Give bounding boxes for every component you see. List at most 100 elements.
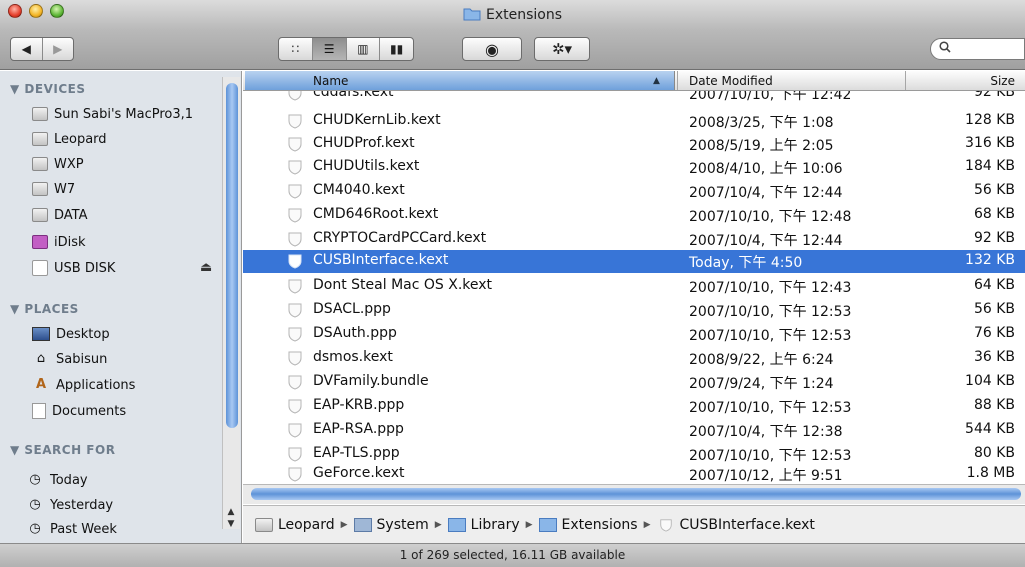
scroll-down-arrow[interactable]: ▼ [222, 518, 240, 530]
hard-disk-icon [32, 157, 48, 171]
kext-icon [659, 518, 672, 532]
path-item-label: Leopard [278, 516, 335, 533]
forward-button[interactable]: ▶ [43, 38, 74, 60]
size-column-header[interactable]: Size [990, 74, 1015, 88]
table-row[interactable]: EAP-RSA.ppp 2007/10/4, 下午 12:38 544 KB [243, 419, 1025, 442]
list-view-button[interactable]: ☰ [312, 38, 347, 60]
path-separator-icon: ▶ [434, 519, 442, 530]
table-row[interactable]: cddafs.kext 2007/10/10, 下午 12:42 92 KB [243, 91, 1025, 105]
path-item-extensions[interactable]: Extensions [538, 517, 638, 533]
devices-header[interactable]: ▼ DEVICES [10, 82, 85, 96]
icon-view-button[interactable]: ∷ [279, 38, 313, 60]
quick-look-button[interactable]: ◉ [462, 37, 522, 61]
file-name: CHUDKernLib.kext [313, 112, 441, 128]
table-row[interactable]: dsmos.kext 2008/9/22, 上午 6:24 36 KB [243, 347, 1025, 370]
table-row[interactable]: EAP-KRB.ppp 2007/10/10, 下午 12:53 88 KB [243, 395, 1025, 418]
table-row[interactable]: CMD646Root.kext 2007/10/10, 下午 12:48 68 KB [243, 204, 1025, 227]
kext-icon [288, 232, 302, 247]
file-date: 2007/10/4, 下午 12:44 [689, 233, 843, 249]
sidebar-item-past-week[interactable]: ◷ Past Week [26, 518, 117, 540]
clock-icon: ◷ [29, 521, 41, 536]
file-date: 2007/10/10, 下午 12:48 [689, 209, 852, 225]
eject-icon[interactable]: ⏏ [200, 260, 212, 275]
sidebar-item-label: DATA [54, 207, 88, 223]
table-row[interactable]: DSACL.ppp 2007/10/10, 下午 12:53 56 KB [243, 299, 1025, 322]
date-column-header[interactable]: Date Modified [689, 74, 773, 88]
mac-icon [32, 107, 48, 121]
sidebar-item-idisk[interactable]: iDisk [32, 231, 86, 253]
table-row-selected[interactable]: CUSBInterface.kext Today, 下午 4:50 132 KB [243, 250, 1025, 273]
horizontal-scrollbar[interactable] [243, 484, 1025, 504]
path-bar: Leopard ▶ System ▶ Library ▶ Extensions … [243, 505, 1025, 543]
name-column-header[interactable] [245, 71, 675, 90]
sidebar-item-documents[interactable]: Documents [32, 400, 126, 422]
scroll-up-arrow[interactable]: ▲ [222, 506, 240, 518]
file-name: GeForce.kext [313, 465, 405, 481]
sidebar-item-today[interactable]: ◷ Today [26, 469, 88, 491]
sidebar-item-yesterday[interactable]: ◷ Yesterday [26, 494, 113, 516]
kext-icon [288, 303, 302, 318]
sidebar-item-data[interactable]: DATA [32, 204, 88, 226]
sidebar-item-usb-disk[interactable]: USB DISK [32, 257, 115, 279]
file-name: CUSBInterface.kext [313, 252, 449, 268]
scrollbar-thumb[interactable] [251, 488, 1021, 500]
sidebar-item-desktop[interactable]: Desktop [32, 323, 110, 345]
sidebar-item-label: iDisk [54, 234, 86, 250]
coverflow-view-button[interactable]: ▮▮ [380, 38, 413, 60]
scrollbar-thumb[interactable] [226, 83, 238, 428]
table-row[interactable]: DSAuth.ppp 2007/10/10, 下午 12:53 76 KB [243, 323, 1025, 346]
sidebar-item-macpro[interactable]: Sun Sabi's MacPro3,1 [32, 103, 193, 125]
kext-icon [288, 399, 302, 414]
table-row[interactable]: CHUDKernLib.kext 2008/3/25, 下午 1:08 128 KB [243, 110, 1025, 133]
table-row[interactable]: CM4040.kext 2007/10/4, 下午 12:44 56 KB [243, 180, 1025, 203]
folder-icon [447, 517, 466, 532]
sidebar-scroll-arrows[interactable]: ▲ ▼ [222, 502, 240, 542]
clock-icon: ◷ [29, 497, 41, 512]
table-row[interactable]: CRYPTOCardPCCard.kext 2007/10/4, 下午 12:44… [243, 228, 1025, 251]
path-item-cusbinterface[interactable]: CUSBInterface.kext [657, 517, 815, 533]
documents-icon [32, 403, 46, 419]
path-item-system[interactable]: System [353, 517, 429, 533]
table-row[interactable]: CHUDProf.kext 2008/5/19, 上午 2:05 316 KB [243, 133, 1025, 156]
kext-icon [288, 137, 302, 152]
table-row[interactable]: Dont Steal Mac OS X.kext 2007/10/10, 下午 1… [243, 275, 1025, 298]
sidebar-item-home[interactable]: ⌂ Sabisun [32, 348, 107, 370]
eye-icon: ◉ [485, 39, 499, 59]
sidebar-item-wxp[interactable]: WXP [32, 153, 84, 175]
kext-icon [288, 91, 302, 101]
places-header[interactable]: ▼ PLACES [10, 302, 79, 316]
file-date: 2007/10/10, 下午 12:53 [689, 448, 852, 464]
column-view-button[interactable]: ▥ [347, 38, 381, 60]
back-button[interactable]: ◀ [11, 38, 42, 60]
path-item-leopard[interactable]: Leopard [255, 517, 335, 533]
file-size: 88 KB [973, 397, 1015, 413]
folder-icon [538, 517, 557, 532]
sidebar-item-label: WXP [54, 156, 84, 172]
file-date: 2008/3/25, 下午 1:08 [689, 115, 834, 131]
sidebar-item-label: Today [50, 472, 88, 488]
hard-disk-icon [32, 132, 48, 146]
table-row[interactable]: GeForce.kext 2007/10/12, 上午 9:51 1.8 MB [243, 463, 1025, 484]
file-name: DSACL.ppp [313, 301, 391, 317]
sidebar-item-leopard[interactable]: Leopard [32, 128, 107, 150]
sidebar-item-w7[interactable]: W7 [32, 178, 75, 200]
kext-icon [288, 254, 302, 269]
search-for-header[interactable]: ▼ SEARCH FOR [10, 443, 115, 457]
table-row[interactable]: CHUDUtils.kext 2008/4/10, 上午 10:06 184 KB [243, 156, 1025, 179]
action-menu-button[interactable]: ✲▾ [534, 37, 590, 61]
file-date: 2007/10/10, 下午 12:43 [689, 280, 852, 296]
kext-icon [288, 114, 302, 129]
kext-icon [288, 423, 302, 438]
file-date: 2007/10/10, 下午 12:53 [689, 328, 852, 344]
sidebar-item-label: Sun Sabi's MacPro3,1 [54, 106, 194, 122]
table-row[interactable]: DVFamily.bundle 2007/9/24, 下午 1:24 104 KB [243, 371, 1025, 394]
sidebar-item-applications[interactable]: A Applications [32, 374, 135, 396]
sidebar-item-label: Leopard [54, 131, 107, 147]
title-bar: Extensions [0, 0, 1025, 30]
file-name: CHUDProf.kext [313, 135, 415, 151]
file-name: DSAuth.ppp [313, 325, 397, 341]
folder-icon [463, 8, 481, 21]
search-field[interactable] [930, 38, 1025, 60]
sidebar-scrollbar[interactable] [222, 77, 240, 529]
path-item-library[interactable]: Library [447, 517, 520, 533]
